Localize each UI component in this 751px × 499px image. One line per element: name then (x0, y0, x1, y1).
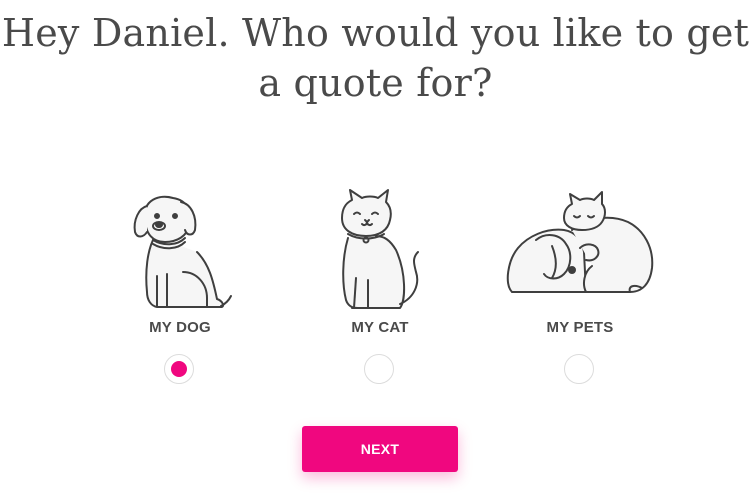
option-label: MY PETS (546, 319, 614, 336)
cat-illustration (280, 188, 480, 313)
radio-my-dog[interactable] (164, 354, 194, 384)
radio-my-pets[interactable] (564, 354, 594, 384)
radio-selected-dot (171, 361, 187, 377)
dog-illustration (80, 188, 280, 313)
option-label: MY DOG (149, 319, 211, 336)
option-my-pets[interactable]: MY PETS (480, 188, 680, 388)
pets-icon (506, 191, 654, 293)
page-title: Hey Daniel. Who would you like to get a … (1, 11, 750, 105)
option-my-cat[interactable]: MY CAT (280, 188, 480, 388)
option-my-dog[interactable]: MY DOG (80, 188, 280, 388)
radio-my-cat[interactable] (364, 354, 394, 384)
dog-icon (133, 195, 232, 308)
cat-icon (341, 189, 419, 309)
next-button[interactable]: NEXT (302, 426, 458, 472)
pets-illustration (480, 188, 680, 313)
option-label: MY CAT (351, 319, 409, 336)
